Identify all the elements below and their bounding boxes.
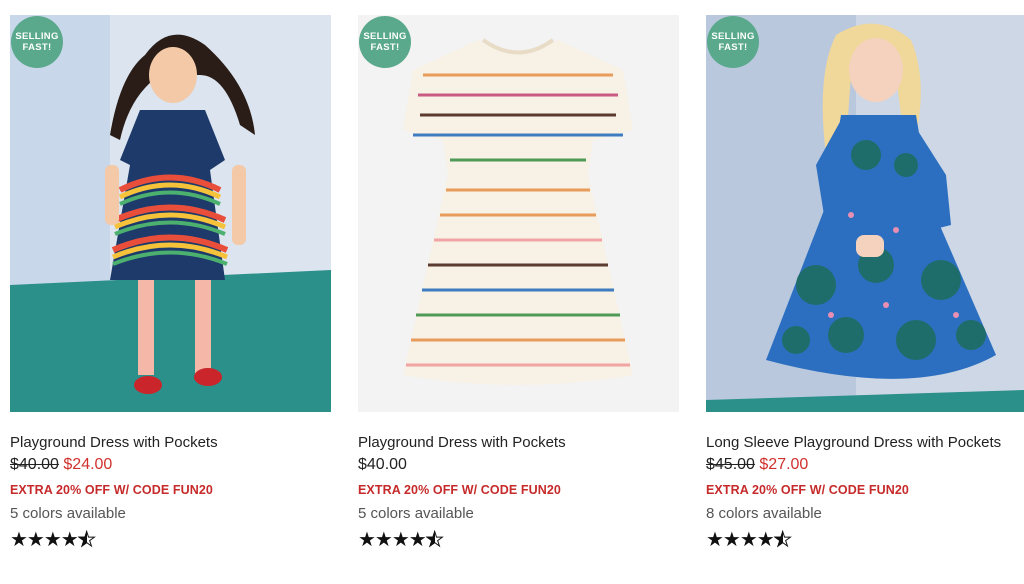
selling-fast-badge: SELLING FAST! xyxy=(11,16,63,68)
colors-available[interactable]: 8 colors available xyxy=(706,505,1024,522)
promo-text: EXTRA 20% OFF W/ CODE FUN20 xyxy=(358,483,561,497)
star-rating: ★★★★★ xyxy=(706,529,1024,551)
half-star-icon: ★ xyxy=(773,530,792,551)
product-card[interactable]: SELLING FAST! Long Sleeve Playground Dre… xyxy=(706,15,1024,551)
colors-available[interactable]: 5 colors available xyxy=(358,505,679,522)
star-icons: ★★★★ xyxy=(10,529,79,551)
product-card[interactable]: SELLING FAST! Playground Dress with Pock… xyxy=(358,15,679,551)
product-grid: SELLING FAST! Playground Dress with Pock… xyxy=(0,0,1024,584)
product-image[interactable]: SELLING FAST! xyxy=(358,15,679,412)
star-rating: ★★★★★ xyxy=(10,529,331,551)
product-image[interactable]: SELLING FAST! xyxy=(706,15,1024,412)
sale-price: $24.00 xyxy=(63,456,113,473)
promo-text: EXTRA 20% OFF W/ CODE FUN20 xyxy=(706,483,909,497)
floral-long-sleeve-dress-photo xyxy=(706,15,1024,412)
badge-label: SELLING FAST! xyxy=(363,31,407,53)
product-image[interactable]: SELLING FAST! xyxy=(10,15,331,412)
badge-label: SELLING FAST! xyxy=(711,31,755,53)
half-star-icon: ★ xyxy=(77,530,96,551)
product-title[interactable]: Playground Dress with Pockets xyxy=(358,434,679,451)
product-title[interactable]: Playground Dress with Pockets xyxy=(10,434,331,451)
price: $40.00 xyxy=(358,456,407,473)
striped-cat-dress-photo xyxy=(358,15,679,412)
price-row: $45.00 $27.00 xyxy=(706,456,1024,476)
selling-fast-badge: SELLING FAST! xyxy=(707,16,759,68)
original-price: $40.00 xyxy=(10,456,59,473)
product-card[interactable]: SELLING FAST! Playground Dress with Pock… xyxy=(10,15,331,551)
selling-fast-badge: SELLING FAST! xyxy=(359,16,411,68)
star-rating: ★★★★★ xyxy=(358,529,679,551)
badge-label: SELLING FAST! xyxy=(15,31,59,53)
price-row: $40.00 xyxy=(358,456,679,476)
price-row: $40.00 $24.00 xyxy=(10,456,331,476)
half-star-icon: ★ xyxy=(425,530,444,551)
sale-price: $27.00 xyxy=(759,456,809,473)
original-price: $45.00 xyxy=(706,456,755,473)
product-title[interactable]: Long Sleeve Playground Dress with Pocket… xyxy=(706,434,1024,451)
rainbow-dress-photo xyxy=(10,15,331,412)
star-icons: ★★★★ xyxy=(706,529,775,551)
star-icons: ★★★★ xyxy=(358,529,427,551)
promo-text: EXTRA 20% OFF W/ CODE FUN20 xyxy=(10,483,213,497)
colors-available[interactable]: 5 colors available xyxy=(10,505,331,522)
